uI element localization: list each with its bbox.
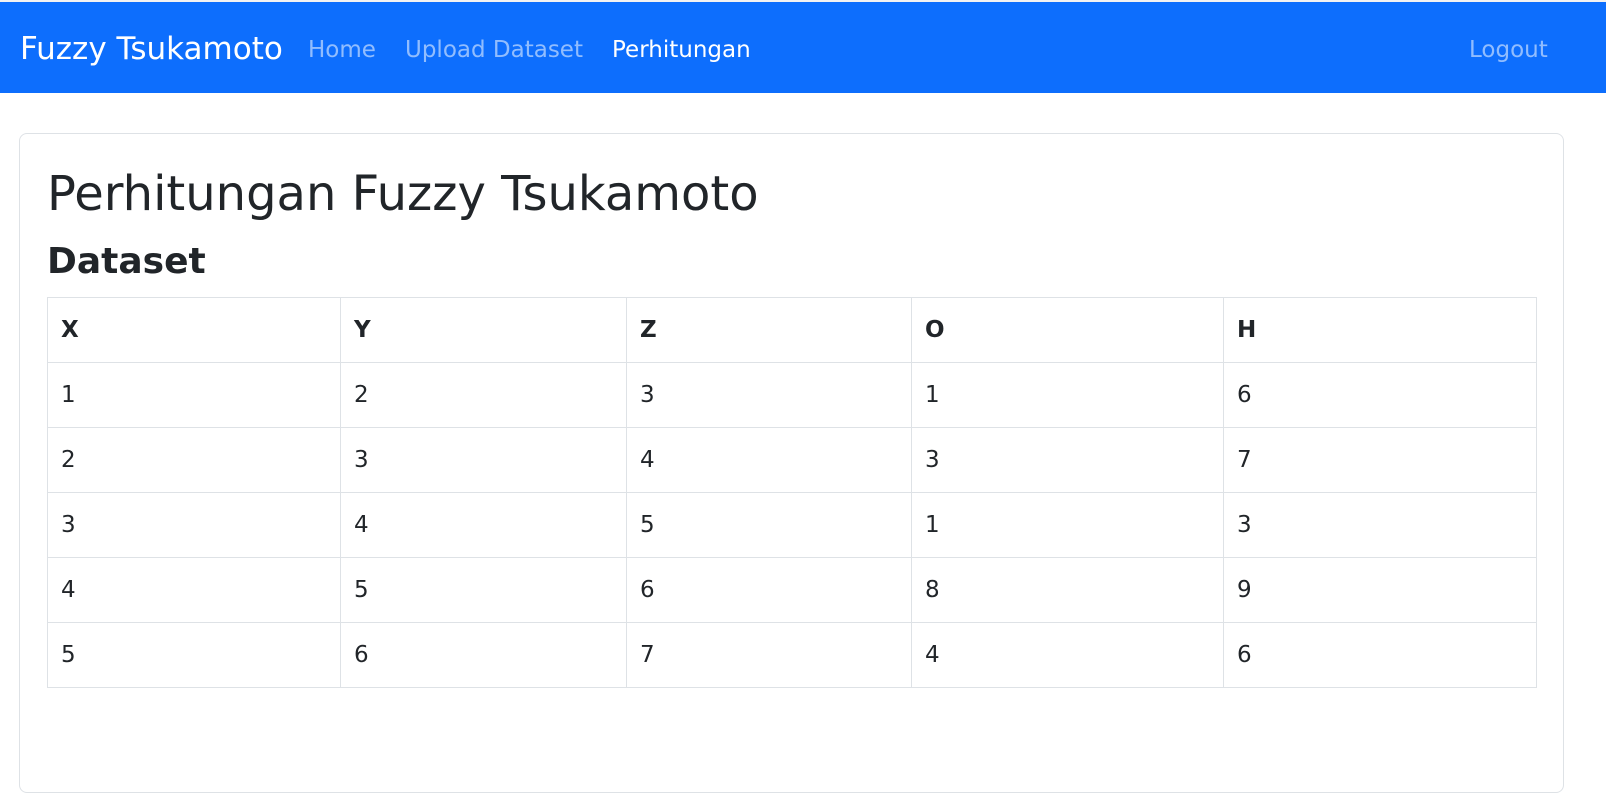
- table-cell: 3: [626, 362, 912, 428]
- table-cell: 2: [340, 362, 627, 428]
- table-cell: 5: [47, 622, 341, 688]
- page-title: Perhitungan Fuzzy Tsukamoto: [47, 166, 759, 222]
- table-cell: 5: [340, 557, 627, 623]
- table-cell: 4: [626, 427, 912, 493]
- column-header-y: Y: [340, 297, 627, 363]
- table-cell: 4: [911, 622, 1224, 688]
- table-cell: 4: [340, 492, 627, 558]
- table-row: 2 3 4 3 7: [47, 427, 1537, 493]
- dataset-table: X Y Z O H 1 2 3 1 6 2 3 4 3 7 3 4 5 1 3: [47, 297, 1537, 688]
- table-row: 4 5 6 8 9: [47, 557, 1537, 623]
- column-header-o: O: [911, 297, 1224, 363]
- table-cell: 7: [626, 622, 912, 688]
- table-cell: 7: [1223, 427, 1537, 493]
- section-title-dataset: Dataset: [47, 241, 206, 282]
- table-cell: 8: [911, 557, 1224, 623]
- nav-link-perhitungan[interactable]: Perhitungan: [612, 34, 751, 66]
- nav-link-upload-dataset[interactable]: Upload Dataset: [405, 34, 583, 66]
- column-header-x: X: [47, 297, 341, 363]
- navbar: Fuzzy Tsukamoto Home Upload Dataset Perh…: [0, 0, 1606, 93]
- logout-link[interactable]: Logout: [1469, 34, 1548, 66]
- table-cell: 6: [1223, 622, 1537, 688]
- table-cell: 6: [1223, 362, 1537, 428]
- table-cell: 9: [1223, 557, 1537, 623]
- table-cell: 3: [911, 427, 1224, 493]
- brand-link[interactable]: Fuzzy Tsukamoto: [20, 29, 283, 69]
- table-header-row: X Y Z O H: [47, 297, 1537, 363]
- column-header-z: Z: [626, 297, 912, 363]
- table-row: 1 2 3 1 6: [47, 362, 1537, 428]
- table-cell: 3: [47, 492, 341, 558]
- table-cell: 4: [47, 557, 341, 623]
- table-cell: 6: [340, 622, 627, 688]
- table-cell: 1: [911, 362, 1224, 428]
- table-row: 5 6 7 4 6: [47, 622, 1537, 688]
- table-cell: 2: [47, 427, 341, 493]
- table-cell: 1: [47, 362, 341, 428]
- table-cell: 3: [340, 427, 627, 493]
- nav-link-home[interactable]: Home: [308, 34, 376, 66]
- table-cell: 5: [626, 492, 912, 558]
- column-header-h: H: [1223, 297, 1537, 363]
- table-cell: 6: [626, 557, 912, 623]
- table-row: 3 4 5 1 3: [47, 492, 1537, 558]
- table-cell: 1: [911, 492, 1224, 558]
- table-cell: 3: [1223, 492, 1537, 558]
